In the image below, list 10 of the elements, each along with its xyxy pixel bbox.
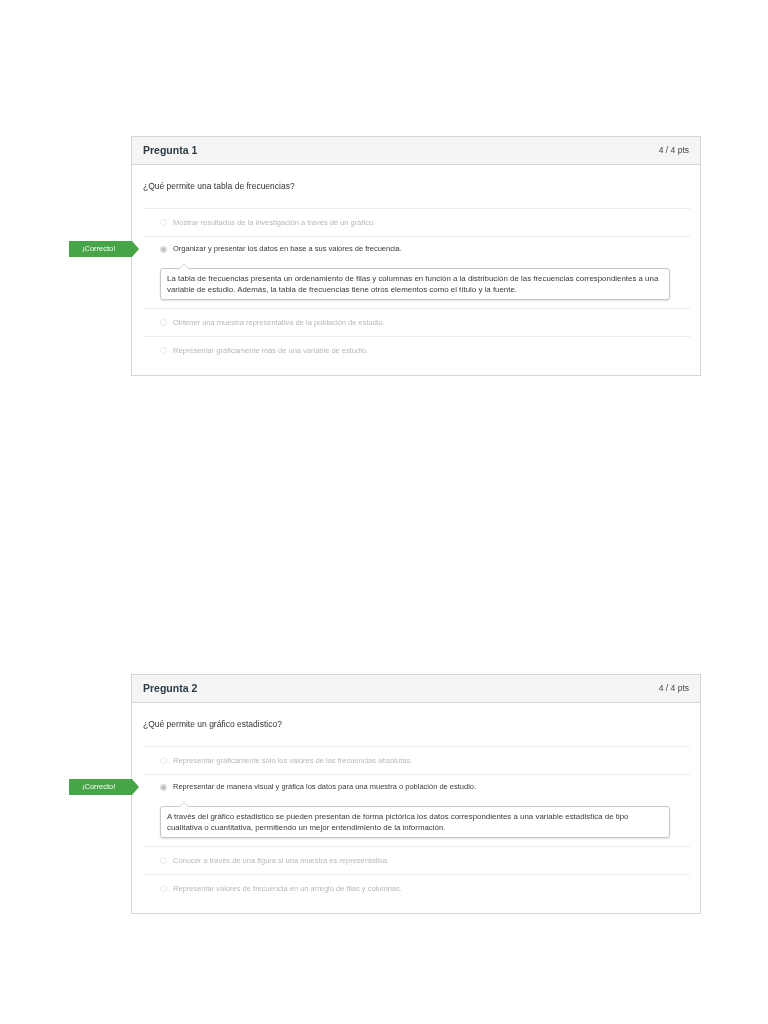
question-prompt: ¿Qué permite un gráfico estadistico? (143, 718, 283, 731)
callout-pointer-icon (179, 802, 189, 807)
question-points: 4 / 4 pts (658, 682, 689, 695)
question-title: Pregunta 1 (143, 142, 198, 158)
question-prompt: ¿Qué permite una tabla de frecuencias? (143, 180, 296, 193)
question-points: 4 / 4 pts (658, 144, 689, 157)
callout-pointer-icon (179, 264, 189, 269)
radio-button[interactable] (160, 245, 167, 253)
radio-button[interactable] (160, 783, 167, 791)
question-title: Pregunta 2 (143, 680, 198, 696)
